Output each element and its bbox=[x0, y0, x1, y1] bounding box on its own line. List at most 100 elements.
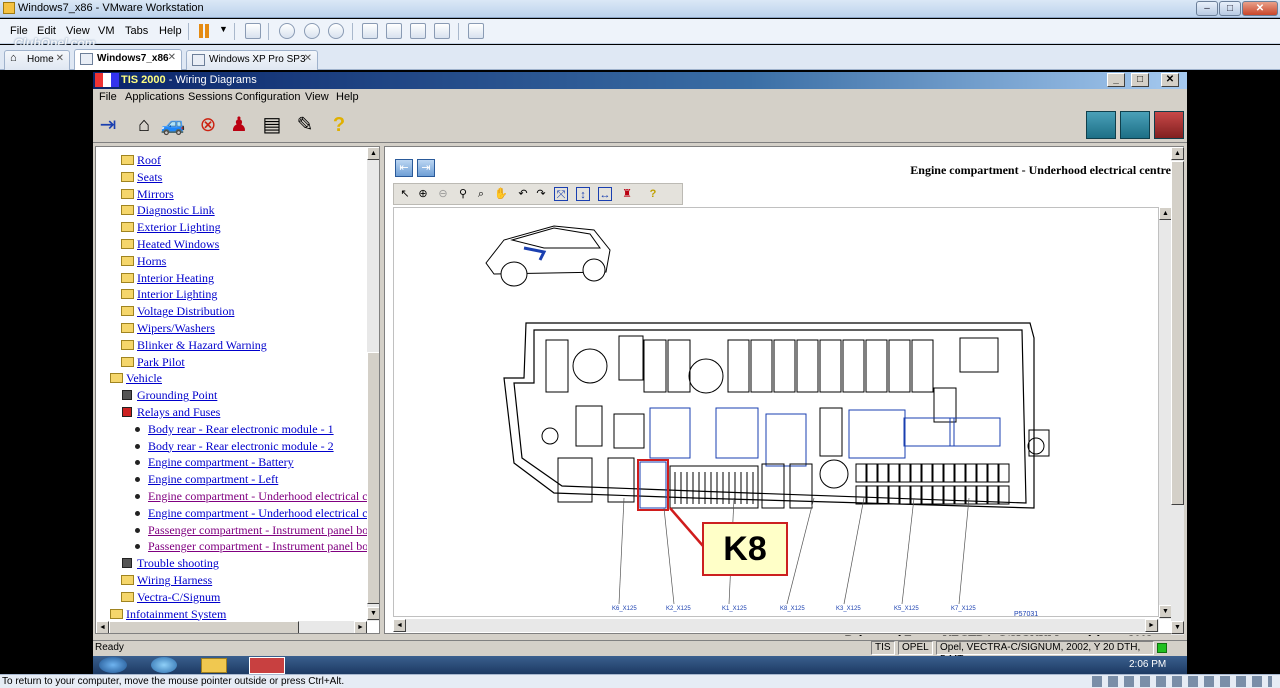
tree-item[interactable]: Engine compartment - Underhood electrica… bbox=[148, 506, 368, 521]
rotate-right-icon[interactable]: ↷ bbox=[534, 187, 548, 201]
tree-item[interactable]: Infotainment System bbox=[126, 607, 226, 622]
start-button[interactable] bbox=[99, 657, 127, 673]
ie-icon[interactable] bbox=[151, 657, 177, 673]
vehicle-view-icon[interactable] bbox=[1120, 111, 1150, 139]
folder-icon bbox=[121, 239, 134, 249]
library-icon[interactable] bbox=[362, 23, 378, 39]
tree-item[interactable]: Blinker & Hazard Warning bbox=[137, 338, 267, 353]
zoom-out-icon[interactable]: ⊖ bbox=[436, 187, 450, 201]
unity-icon[interactable] bbox=[434, 23, 450, 39]
tree-item[interactable]: Body rear - Rear electronic module - 1 bbox=[148, 422, 334, 437]
car-icon[interactable] bbox=[1154, 111, 1184, 139]
component-locator-icon[interactable]: ♜ bbox=[620, 187, 634, 201]
tree-item[interactable]: Vectra-C/Signum bbox=[137, 590, 220, 605]
tree-item[interactable]: Exterior Lighting bbox=[137, 220, 221, 235]
zoom-area-icon[interactable]: ⌕ bbox=[474, 187, 488, 201]
pointer-icon[interactable]: ↖ bbox=[398, 187, 412, 201]
home-icon[interactable]: ⌂ bbox=[131, 112, 157, 138]
tab-windows-xp[interactable]: Windows XP Pro SP3 ✕ bbox=[186, 50, 318, 70]
folder-icon bbox=[121, 323, 134, 333]
wiring-tool-icon[interactable] bbox=[1086, 111, 1116, 139]
tab-windows7[interactable]: Windows7_x86 ✕ bbox=[74, 49, 182, 70]
tis-menu-file[interactable]: File bbox=[99, 91, 117, 103]
tis-minimize-button[interactable]: _ bbox=[1107, 73, 1125, 87]
tree-item[interactable]: Interior Lighting bbox=[137, 287, 217, 302]
tree-item[interactable]: Passenger compartment - Instrument panel… bbox=[148, 539, 368, 554]
diagram-horizontal-scrollbar[interactable]: ◄ ► bbox=[393, 619, 1159, 632]
tree-item[interactable]: Wiring Harness bbox=[137, 573, 212, 588]
tree-item[interactable]: Park Pilot bbox=[137, 355, 185, 370]
back-button[interactable]: ⇤ bbox=[395, 159, 413, 177]
tree-item[interactable]: Roof bbox=[137, 153, 161, 168]
fit-height-icon[interactable]: ↕ bbox=[576, 187, 590, 201]
fit-width-icon[interactable]: ↔ bbox=[598, 187, 612, 201]
close-button[interactable]: ✕ bbox=[1242, 1, 1278, 16]
zoom-fit-icon[interactable]: ⚲ bbox=[456, 187, 470, 201]
send-ctrl-alt-del-icon[interactable] bbox=[245, 23, 261, 39]
tree-item[interactable]: Relays and Fuses bbox=[137, 405, 220, 420]
rotate-left-icon[interactable]: ↶ bbox=[516, 187, 530, 201]
tis-menu-sessions[interactable]: Sessions bbox=[188, 91, 233, 103]
tree-item[interactable]: Horns bbox=[137, 254, 166, 269]
tree-item[interactable]: Voltage Distribution bbox=[137, 304, 234, 319]
explorer-icon[interactable] bbox=[201, 658, 227, 673]
tis-menu-configuration[interactable]: Configuration bbox=[235, 91, 300, 103]
help-icon[interactable]: ? bbox=[326, 112, 352, 138]
exit-icon[interactable]: ⇥ bbox=[95, 112, 121, 138]
zoom-in-icon[interactable]: ⊕ bbox=[416, 187, 430, 201]
tree-item[interactable]: Grounding Point bbox=[137, 388, 217, 403]
vm-menu-vm[interactable]: VM bbox=[98, 25, 115, 37]
tree-item[interactable]: Engine compartment - Battery bbox=[148, 455, 294, 470]
tree-item[interactable]: Passenger compartment - Instrument panel… bbox=[148, 523, 368, 538]
tree-item[interactable]: Interior Heating bbox=[137, 271, 214, 286]
tis-close-button[interactable]: ✕ bbox=[1161, 73, 1179, 87]
tree-item[interactable]: Vehicle bbox=[126, 371, 162, 386]
pan-icon[interactable]: ✋ bbox=[494, 187, 508, 201]
snapshot-icon[interactable] bbox=[279, 23, 295, 39]
tree-horizontal-scrollbar[interactable]: ◄ ► bbox=[96, 621, 367, 633]
close-tab-icon[interactable]: ✕ bbox=[168, 52, 176, 63]
tree-item[interactable]: Body rear - Rear electronic module - 2 bbox=[148, 439, 334, 454]
tree-item[interactable]: Mirrors bbox=[137, 187, 174, 202]
scrollbar-thumb[interactable] bbox=[367, 352, 379, 604]
relay-block bbox=[613, 413, 645, 449]
tree-item[interactable]: Diagnostic Link bbox=[137, 203, 215, 218]
diagram-help-icon[interactable]: ? bbox=[646, 187, 660, 201]
forward-button[interactable]: ⇥ bbox=[417, 159, 435, 177]
tis-menu-applications[interactable]: Applications bbox=[125, 91, 184, 103]
tree-item[interactable]: Engine compartment - Underhood electrica… bbox=[148, 489, 368, 504]
tis-menu-help[interactable]: Help bbox=[336, 91, 359, 103]
device-icons[interactable] bbox=[1092, 676, 1272, 687]
tab-home[interactable]: ⌂ Home ✕ bbox=[4, 50, 70, 70]
relay-block bbox=[819, 407, 843, 457]
tis-menu-view[interactable]: View bbox=[305, 91, 329, 103]
manual-icon[interactable]: ▤ bbox=[259, 112, 285, 138]
tree-item[interactable]: Engine compartment - Left bbox=[148, 472, 278, 487]
tree-item[interactable]: Heated Windows bbox=[137, 237, 219, 252]
stop-icon[interactable]: ⊗ bbox=[195, 112, 221, 138]
fit-window-icon[interactable]: ⤧ bbox=[554, 187, 568, 201]
close-tab-icon[interactable]: ✕ bbox=[304, 53, 312, 64]
vehicle-icon[interactable]: 🚙 bbox=[160, 112, 186, 138]
tools-icon[interactable]: ✎ bbox=[292, 112, 318, 138]
minimize-button[interactable]: – bbox=[1196, 1, 1218, 16]
person-icon[interactable]: ♟ bbox=[226, 112, 252, 138]
vm-menu-tabs[interactable]: Tabs bbox=[125, 25, 148, 37]
pause-icon[interactable] bbox=[199, 24, 203, 38]
vm-menu-help[interactable]: Help bbox=[159, 25, 182, 37]
full-screen-icon[interactable] bbox=[410, 23, 426, 39]
maximize-button[interactable]: □ bbox=[1219, 1, 1241, 16]
chevron-down-icon[interactable]: ▼ bbox=[219, 24, 228, 34]
tis-maximize-button[interactable]: □ bbox=[1131, 73, 1149, 87]
tree-item[interactable]: Trouble shooting bbox=[137, 556, 219, 571]
close-tab-icon[interactable]: ✕ bbox=[56, 53, 64, 64]
thumbnail-icon[interactable] bbox=[386, 23, 402, 39]
tree-item[interactable]: Wipers/Washers bbox=[137, 321, 215, 336]
tree-vertical-scrollbar[interactable]: ▲ ▼ bbox=[367, 147, 379, 621]
page-vertical-scrollbar[interactable]: ▲ ▼ bbox=[1171, 147, 1184, 635]
tree-item[interactable]: Seats bbox=[137, 170, 162, 185]
revert-snapshot-icon[interactable] bbox=[304, 23, 320, 39]
console-view-icon[interactable] bbox=[468, 23, 484, 39]
tis-task-button[interactable] bbox=[249, 657, 285, 674]
snapshot-manager-icon[interactable] bbox=[328, 23, 344, 39]
